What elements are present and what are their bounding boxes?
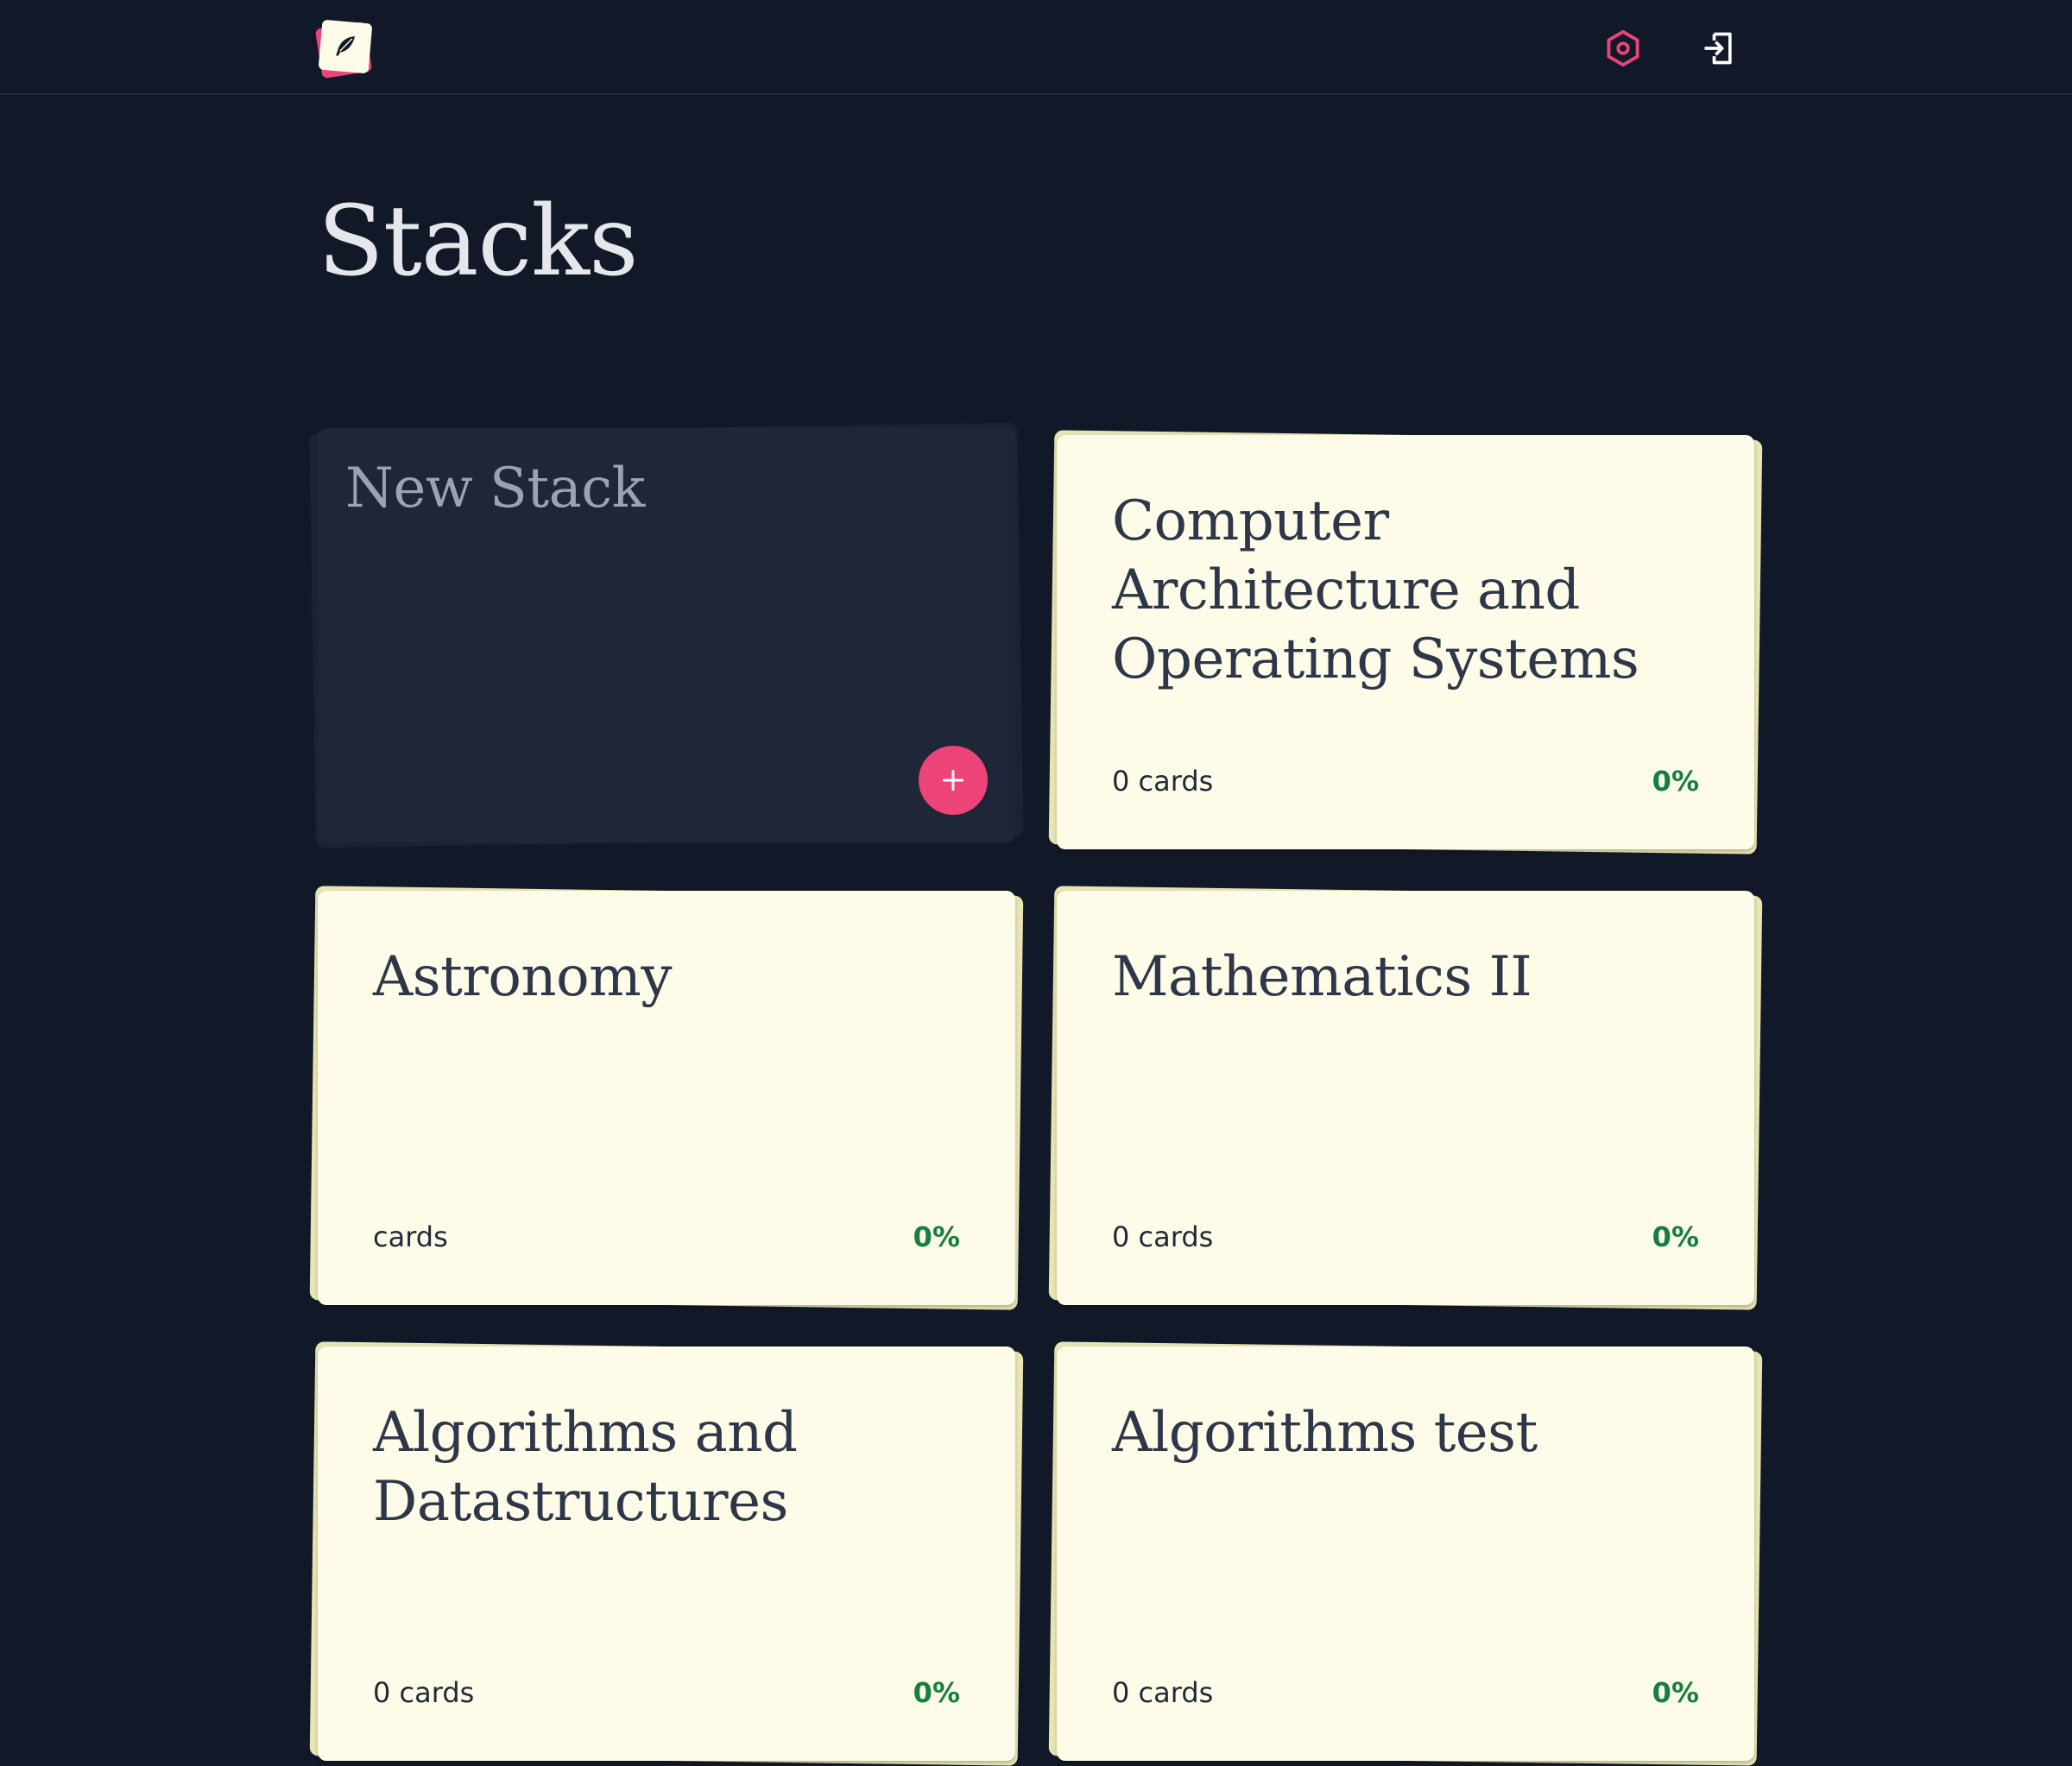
stack-card[interactable]: Computer Architecture and Operating Syst… xyxy=(1048,430,1763,855)
stack-card[interactable]: Algorithms test 0 cards 0% xyxy=(1048,1341,1763,1766)
stack-title: Astronomy xyxy=(373,945,673,1009)
stack-card-count: 0 cards xyxy=(1112,1676,1214,1709)
stack-card-count: 0 cards xyxy=(1112,765,1214,798)
page-title: Stacks xyxy=(318,186,639,298)
stack-card-count: 0 cards xyxy=(373,1676,475,1709)
stack-title: Computer Architecture and Operating Syst… xyxy=(1112,489,1639,691)
new-stack-label: New Stack xyxy=(345,457,645,520)
new-stack-card[interactable]: New Stack xyxy=(309,422,1024,848)
stack-progress: 0% xyxy=(913,1676,960,1709)
stack-progress: 0% xyxy=(913,1220,960,1253)
settings-hexagon-icon xyxy=(1607,29,1639,67)
stack-title: Mathematics II xyxy=(1112,945,1532,1009)
logo-front-card xyxy=(318,19,373,74)
stack-card[interactable]: Algorithms and Datastructures 0 cards 0% xyxy=(309,1341,1024,1766)
add-stack-button[interactable] xyxy=(919,746,988,815)
stack-progress: 0% xyxy=(1652,765,1699,798)
stack-title: Algorithms test xyxy=(1112,1401,1538,1465)
settings-button[interactable] xyxy=(1597,22,1649,74)
stack-card-count: 0 cards xyxy=(1112,1220,1214,1253)
feather-logo-icon xyxy=(336,36,355,56)
plus-icon xyxy=(942,769,964,792)
stack-progress: 0% xyxy=(1652,1676,1699,1709)
top-bar xyxy=(0,0,2072,95)
stack-progress: 0% xyxy=(1652,1220,1699,1253)
stack-title: Algorithms and Datastructures xyxy=(373,1401,798,1534)
stack-card[interactable]: Mathematics II 0 cards 0% xyxy=(1048,886,1763,1310)
login-button[interactable] xyxy=(1693,22,1745,74)
stack-card[interactable]: Astronomy cards 0% xyxy=(309,886,1024,1310)
stack-card-count: cards xyxy=(373,1220,448,1253)
sign-in-icon xyxy=(1704,32,1732,65)
app-logo[interactable] xyxy=(314,19,373,79)
